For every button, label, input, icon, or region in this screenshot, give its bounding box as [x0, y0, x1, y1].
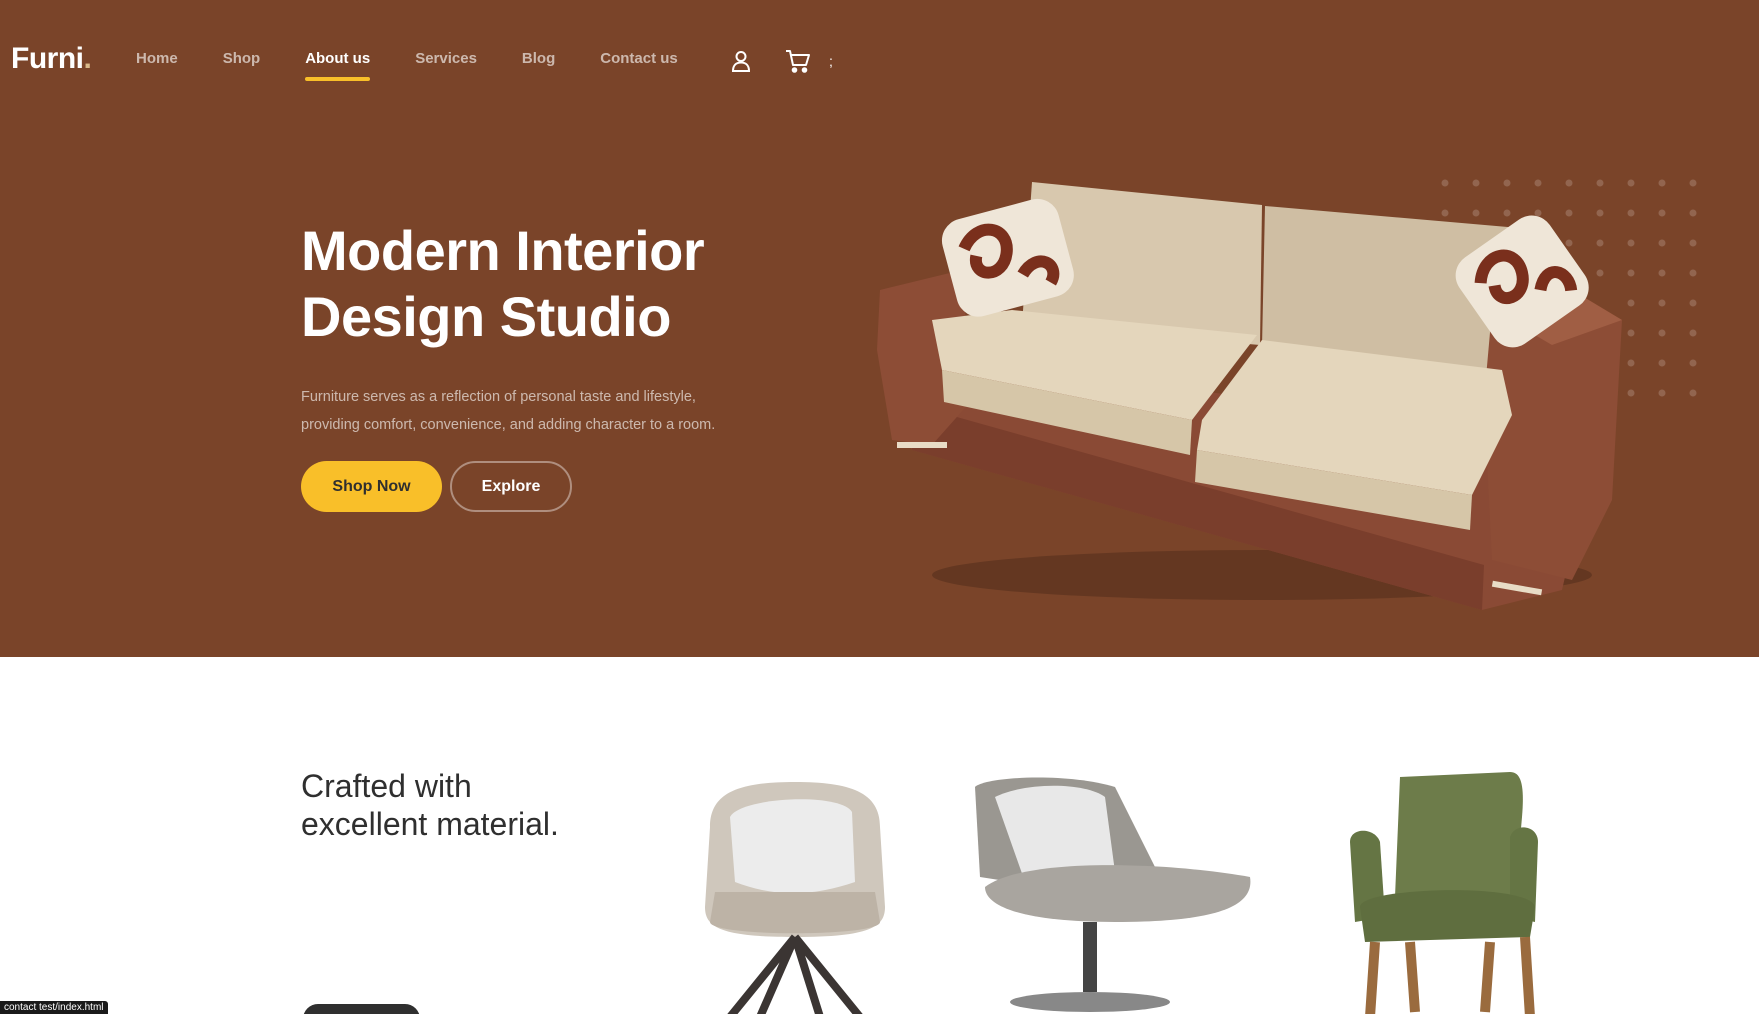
nav-item-blog[interactable]: Blog: [522, 50, 555, 75]
user-icon[interactable]: [728, 48, 754, 74]
product-image-green-chair[interactable]: [1330, 757, 1570, 1014]
material-section-title: Crafted with excellent material.: [301, 767, 701, 843]
nav-item-shop[interactable]: Shop: [223, 50, 261, 75]
shop-now-button[interactable]: Shop Now: [301, 461, 442, 512]
nav-separator: ;: [829, 53, 833, 69]
sofa-image: [877, 182, 1622, 610]
browser-status-bar: contact test/index.html: [0, 1001, 108, 1014]
hero-title-line1: Modern Interior: [301, 219, 705, 282]
nav-item-services[interactable]: Services: [415, 50, 477, 75]
explore-section-button[interactable]: [303, 1004, 420, 1014]
hero-title: Modern Interior Design Studio: [301, 218, 821, 350]
main-nav: Home Shop About us Services Blog Contact…: [136, 50, 723, 81]
hero-title-line2: Design Studio: [301, 285, 671, 348]
nav-item-home[interactable]: Home: [136, 50, 178, 75]
brand-name: Furni: [11, 42, 84, 75]
hero-description-line1: Furniture serves as a reflection of pers…: [301, 389, 696, 405]
brand-dot: .: [83, 42, 92, 75]
product-image-armchair-beige[interactable]: [680, 757, 910, 1014]
hero-section: Furni. Home Shop About us Services Blog …: [0, 0, 1759, 657]
material-title-line1: Crafted with: [301, 768, 472, 804]
product-image-lounge-chair-grey[interactable]: [965, 757, 1265, 1014]
explore-button[interactable]: Explore: [450, 461, 572, 512]
cart-icon[interactable]: [785, 48, 811, 74]
hero-description: Furniture serves as a reflection of pers…: [301, 383, 751, 439]
material-title-line2: excellent material.: [301, 806, 559, 842]
nav-item-contact-us[interactable]: Contact us: [600, 50, 678, 75]
nav-item-about-us[interactable]: About us: [305, 50, 371, 81]
brand-logo[interactable]: Furni.: [11, 42, 92, 76]
material-section: Crafted with excellent material.: [0, 657, 1759, 1014]
hero-description-line2: providing comfort, convenience, and addi…: [301, 417, 716, 433]
